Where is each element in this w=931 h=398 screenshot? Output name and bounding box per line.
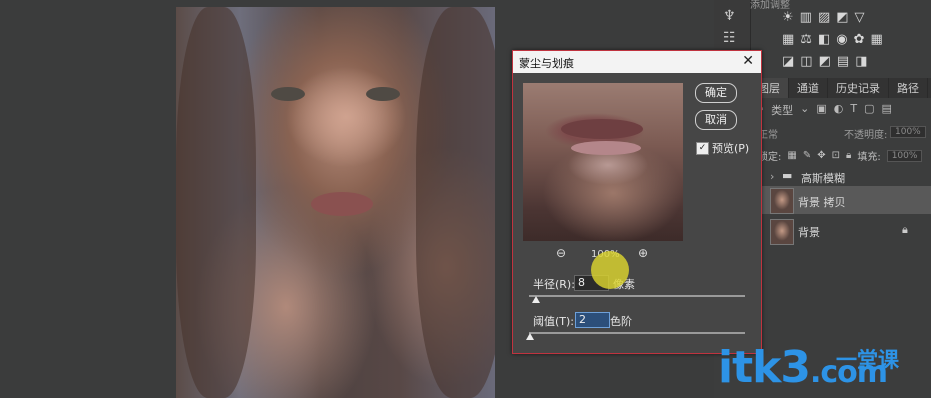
threshold-slider-thumb[interactable]: [526, 333, 534, 340]
eye-shape: [271, 87, 305, 101]
shape-filter-icon[interactable]: ▢: [864, 102, 874, 118]
eye-shape: [366, 87, 400, 101]
cursor-highlight: [591, 251, 629, 289]
layer-filter-row: ⌕ 类型 ⌄ ▣ ◐ T ▢ ▤: [758, 102, 892, 118]
watermark-cn: 一堂课: [836, 348, 899, 372]
pixel-filter-icon[interactable]: ▣: [816, 102, 826, 118]
blend-row: 正常 不透明度: 100%: [758, 126, 926, 142]
preview-lip-shape: [561, 119, 643, 139]
preview-label: 预览(P): [712, 142, 750, 155]
zoom-in-icon[interactable]: ⊕: [638, 246, 648, 260]
bw-icon[interactable]: ◧: [818, 32, 830, 47]
lock-all-icon[interactable]: 🔒︎: [846, 150, 851, 161]
tab-channels[interactable]: 通道: [789, 78, 828, 98]
layer-name: 背景: [798, 226, 820, 239]
brush-icon[interactable]: ♆: [723, 8, 736, 24]
levels-icon[interactable]: ▥: [800, 10, 812, 25]
threshold-slider-track[interactable]: [529, 332, 745, 334]
lookup-icon[interactable]: ▦: [871, 32, 883, 47]
lock-transparent-icon[interactable]: ▦: [787, 150, 796, 161]
opacity-label: 不透明度:: [844, 130, 888, 141]
ok-button[interactable]: 确定: [695, 83, 737, 103]
adjust-filter-icon[interactable]: ◐: [834, 102, 844, 118]
lock-icon: 🔒︎: [902, 223, 908, 236]
adjustment-icons-row: ☀ ▥ ▨ ◩ ▽: [782, 10, 865, 25]
hue-icon[interactable]: ▦: [782, 32, 794, 47]
hair-shape: [176, 7, 256, 398]
threshold-label: 阈值(T):: [533, 315, 575, 328]
threshold-unit: 色阶: [610, 315, 632, 328]
text-filter-icon[interactable]: T: [850, 102, 857, 118]
layer-thumbnail: [770, 188, 794, 214]
selective-color-icon[interactable]: ◨: [855, 54, 867, 69]
cancel-button[interactable]: 取消: [695, 110, 737, 130]
radius-label: 半径(R):: [533, 278, 575, 291]
radius-slider-thumb[interactable]: [532, 296, 540, 303]
threshold-icon[interactable]: ◩: [819, 54, 831, 69]
exposure-icon[interactable]: ◩: [836, 10, 848, 25]
gradient-map-icon[interactable]: ▤: [837, 54, 849, 69]
layer-thumbnail: [770, 219, 794, 245]
preview-lip-shape: [571, 141, 641, 155]
chevron-down-icon[interactable]: ⌄: [800, 102, 809, 118]
lips-shape: [311, 192, 373, 216]
hair-shape: [416, 7, 495, 398]
preview-checkbox[interactable]: ✓: [696, 142, 709, 155]
close-icon[interactable]: ✕: [742, 53, 754, 69]
fill-input[interactable]: 100%: [886, 149, 923, 162]
balance-icon[interactable]: ⚖: [800, 32, 812, 47]
tab-history[interactable]: 历史记录: [828, 78, 889, 98]
posterize-icon[interactable]: ◫: [800, 54, 812, 69]
zoom-out-icon[interactable]: ⊖: [556, 246, 566, 260]
tab-paths[interactable]: 路径: [889, 78, 928, 98]
layer-name: 高斯模糊: [801, 172, 845, 185]
brightness-icon[interactable]: ☀: [782, 10, 794, 25]
mixer-icon[interactable]: ✿: [854, 32, 865, 47]
radius-slider-track[interactable]: [529, 295, 745, 297]
lock-row: 锁定: ▦ ✎ ✥ ⊡ 🔒︎ 填充: 100%: [758, 148, 923, 163]
dialog-titlebar[interactable]: 蒙尘与划痕 ✕: [513, 51, 761, 73]
filter-type[interactable]: 类型: [771, 102, 793, 118]
panel-tabs: 图层 通道 历史记录 路径: [750, 78, 931, 98]
layer-name: 背景 拷贝: [798, 196, 846, 209]
photo-filter-icon[interactable]: ◉: [836, 32, 847, 47]
smart-filter-icon[interactable]: ▤: [882, 102, 892, 118]
vibrance-icon[interactable]: ▽: [855, 10, 865, 25]
lock-pixels-icon[interactable]: ✎: [803, 150, 811, 161]
threshold-input[interactable]: 2: [575, 312, 610, 328]
folder-icon: ▬: [782, 169, 793, 182]
watermark-text: itk3: [718, 342, 811, 393]
chevron-right-icon[interactable]: ›: [770, 170, 774, 183]
properties-icon[interactable]: ☷: [723, 30, 736, 46]
invert-icon[interactable]: ◪: [782, 54, 794, 69]
adjustment-icons-row: ◪ ◫ ◩ ▤ ◨: [782, 54, 867, 69]
layer-group-row[interactable]: › ▬ 高斯模糊: [750, 167, 931, 187]
curves-icon[interactable]: ▨: [818, 10, 830, 25]
filter-preview[interactable]: [523, 83, 683, 241]
lock-position-icon[interactable]: ✥: [817, 150, 825, 161]
opacity-input[interactable]: 100%: [890, 126, 926, 138]
adjustment-icons-row: ▦ ⚖ ◧ ◉ ✿ ▦: [782, 32, 883, 47]
document-canvas[interactable]: [176, 7, 495, 398]
dust-scratches-dialog: 蒙尘与划痕 ✕ 确定 取消 ✓ 预览(P) ⊖ 100% ⊕ 半径(R): 8 …: [512, 50, 762, 354]
dialog-title: 蒙尘与划痕: [519, 57, 574, 70]
fill-label: 填充:: [857, 152, 881, 163]
lock-artboard-icon[interactable]: ⊡: [832, 150, 840, 161]
